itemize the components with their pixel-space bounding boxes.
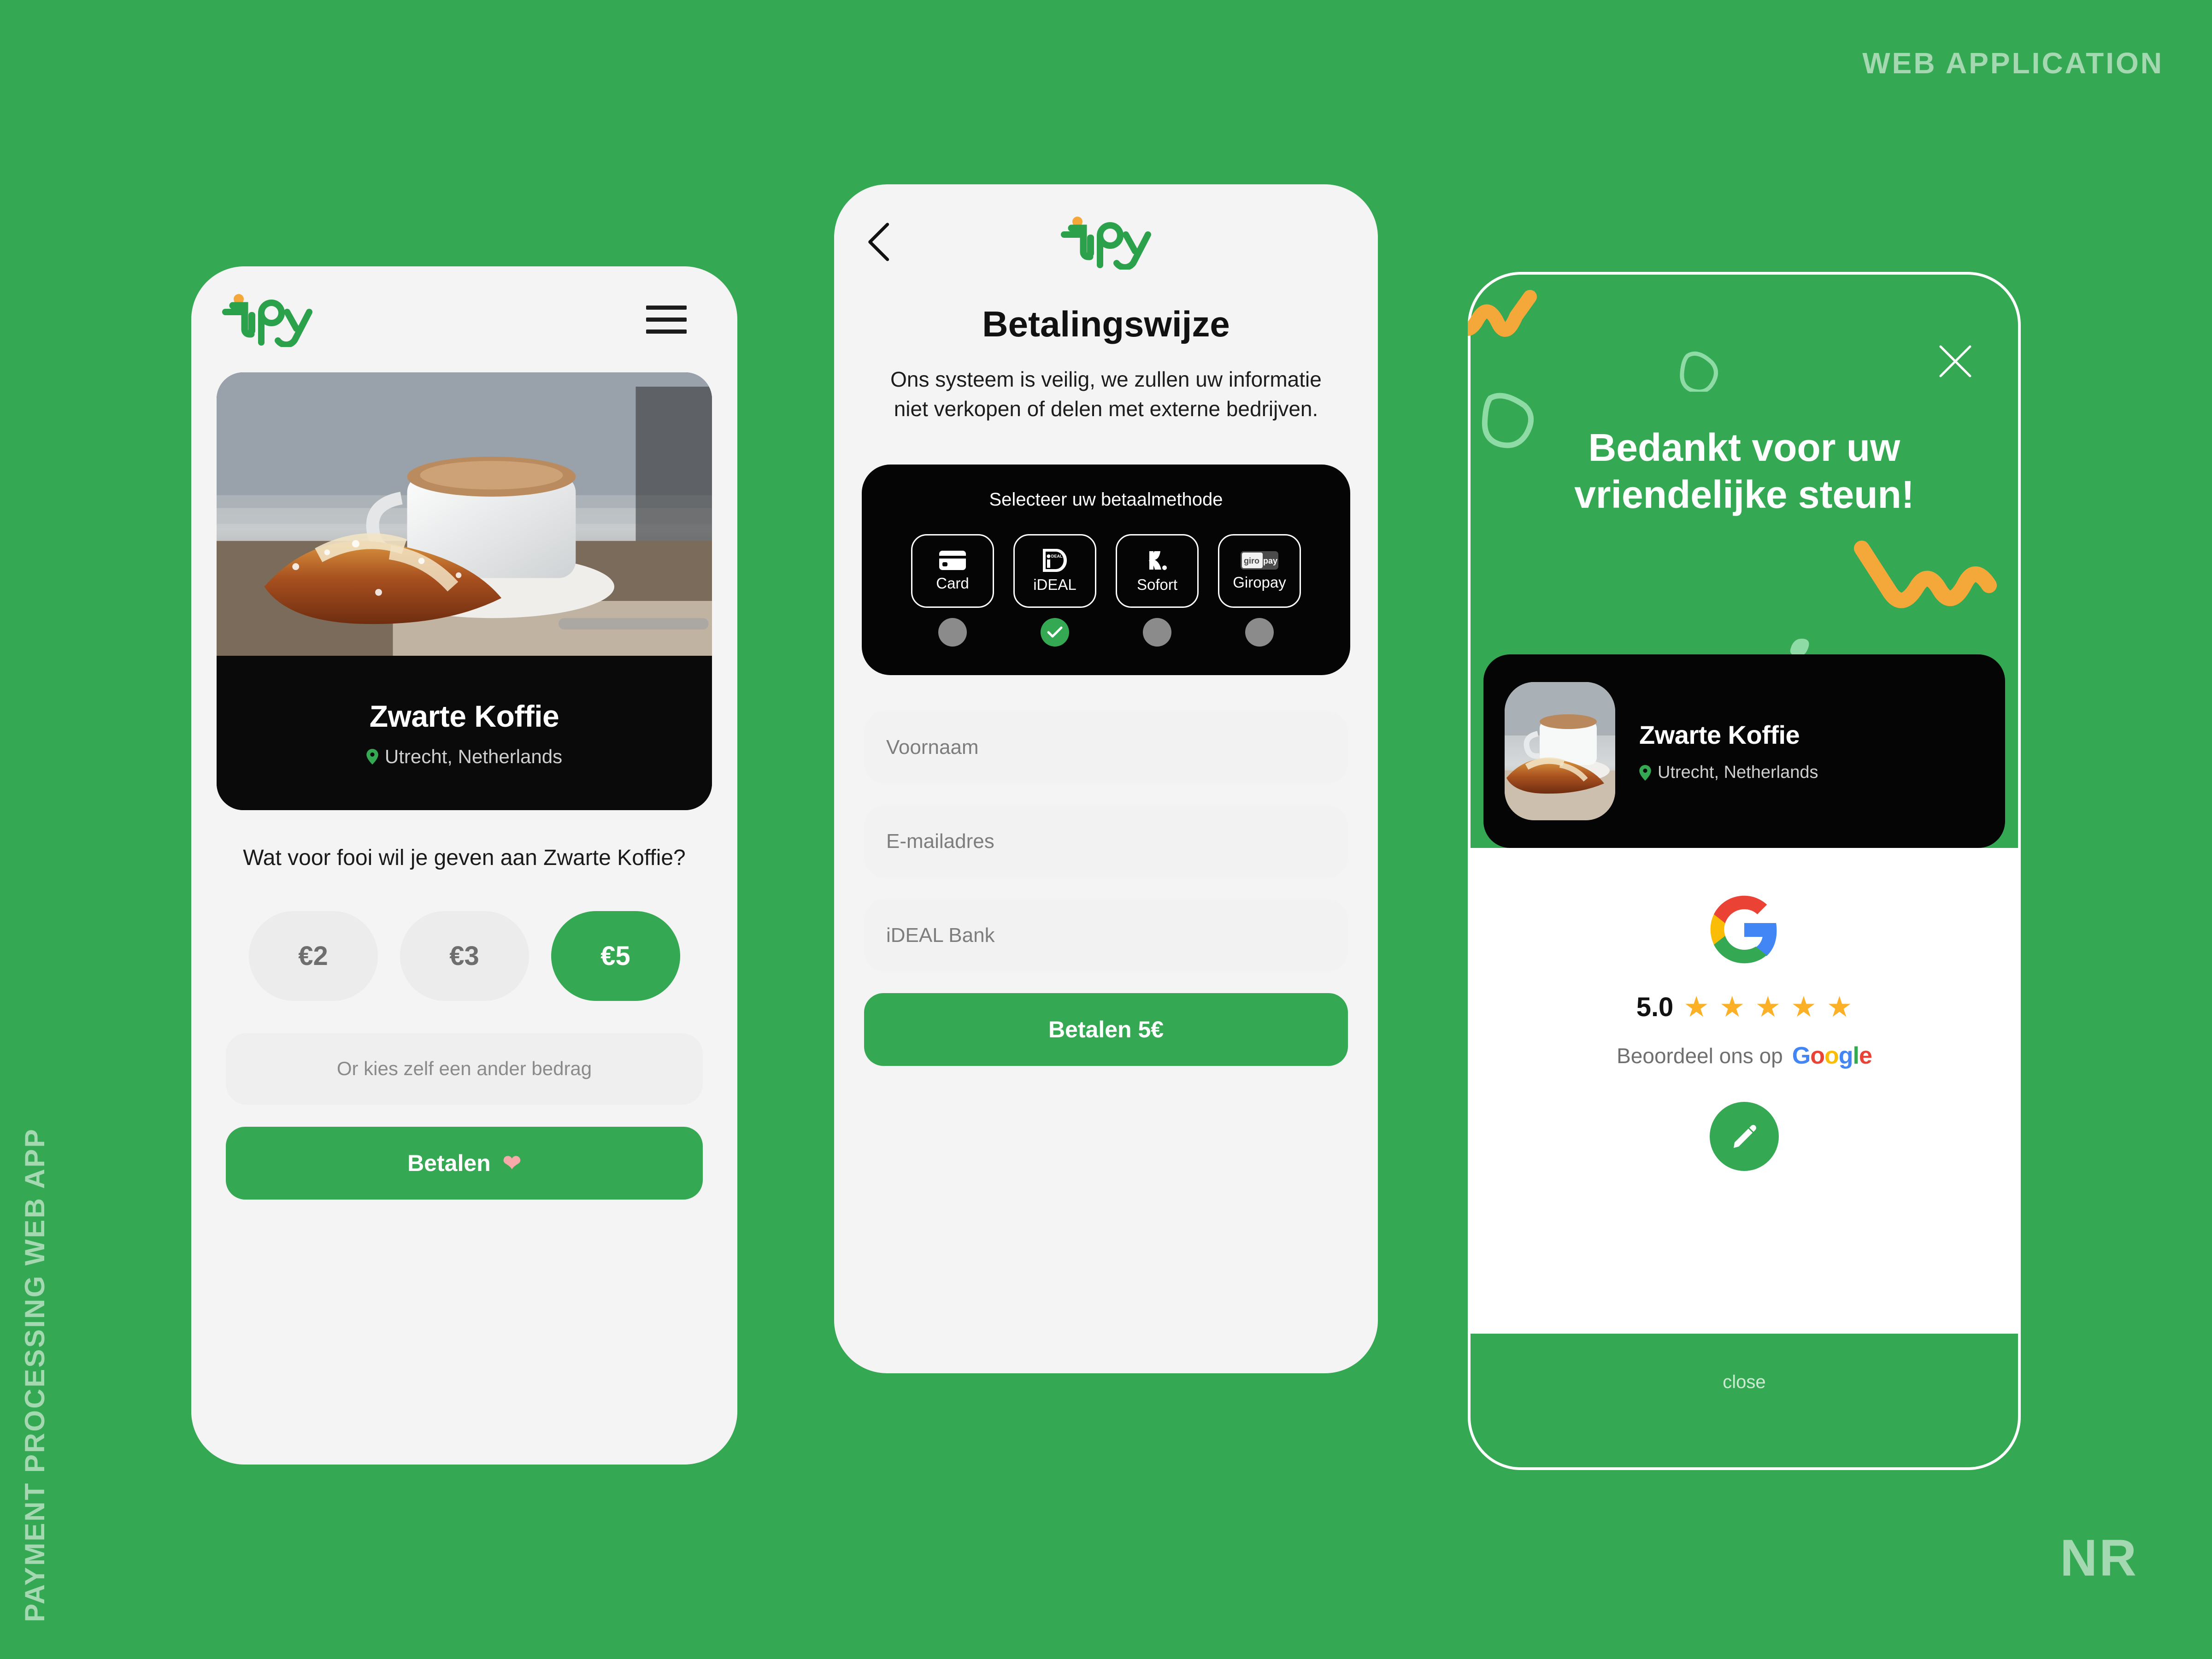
phone-payment-screen: Betalingswijze Ons systeem is veilig, we… <box>834 184 1378 1373</box>
hamburger-menu-icon[interactable] <box>646 305 687 334</box>
venue-summary-card: Zwarte Koffie Utrecht, Netherlands <box>1483 654 2005 848</box>
pay-amount-button[interactable]: Betalen 5€ <box>864 993 1348 1066</box>
tipsy-logo-icon[interactable] <box>1058 214 1154 270</box>
payment-form: Voornaam E-mailadres iDEAL Bank Betalen … <box>864 711 1348 1066</box>
payment-method-ideal[interactable]: DEAL iDEAL <box>1013 534 1096 647</box>
custom-amount-input[interactable]: Or kies zelf een ander bedrag <box>226 1033 703 1105</box>
review-panel: 5.0 ★ ★ ★ ★ ★ Beoordeel ons op Google <box>1470 848 2019 1334</box>
google-g-logo-icon <box>1710 895 1777 964</box>
tip-question: Wat voor fooi wil je geven aan Zwarte Ko… <box>243 846 686 870</box>
rating-star-4: ★ <box>1791 991 1817 1023</box>
tip-amount-option-2[interactable]: €2 <box>248 911 378 1001</box>
venue-summary-text: Zwarte Koffie Utrecht, Netherlands <box>1639 720 1818 782</box>
payment-method-ideal-label: iDEAL <box>1033 576 1077 593</box>
ideal-logo-icon: DEAL <box>1043 548 1067 572</box>
pay-button-label: Betalen <box>407 1150 491 1176</box>
first-name-input[interactable]: Voornaam <box>864 711 1348 784</box>
email-input[interactable]: E-mailadres <box>864 805 1348 878</box>
klarna-sofort-logo-icon <box>1149 551 1167 570</box>
venue-photo <box>217 372 712 658</box>
orange-squiggle-top-left-icon <box>1468 290 1537 337</box>
payment-method-row: Card DEAL iDEAL Sofort giro pay Giropay <box>880 534 1332 647</box>
rating-star-1: ★ <box>1683 991 1709 1023</box>
payment-method-sofort-label: Sofort <box>1136 576 1178 593</box>
app-topbar <box>191 266 737 372</box>
payment-page-subtitle: Ons systeem is veilig, we zullen uw info… <box>890 367 1322 421</box>
map-pin-icon <box>1639 765 1651 781</box>
tip-amount-options: €2 €3 €5 <box>191 911 737 1001</box>
venue-hero-card: Zwarte Koffie Utrecht, Netherlands <box>217 372 712 810</box>
svg-text:pay: pay <box>1263 556 1277 565</box>
rating-row: 5.0 ★ ★ ★ ★ ★ <box>1636 992 1853 1023</box>
google-wordmark-icon: Google <box>1792 1042 1872 1069</box>
venue-name: Zwarte Koffie <box>1639 720 1800 749</box>
rating-star-3: ★ <box>1755 991 1781 1023</box>
venue-thumbnail <box>1505 682 1615 820</box>
rating-star-2: ★ <box>1719 991 1745 1023</box>
author-signature: NR <box>2060 1529 2138 1587</box>
review-prompt-row[interactable]: Beoordeel ons op Google <box>1617 1042 1872 1070</box>
svg-text:DEAL: DEAL <box>1051 554 1063 559</box>
venue-location: Utrecht, Netherlands <box>366 746 562 768</box>
payment-method-card-radio[interactable] <box>938 618 967 647</box>
rating-score: 5.0 <box>1636 992 1674 1022</box>
payment-method-giropay[interactable]: giro pay Giropay <box>1218 534 1301 647</box>
project-side-label: PAYMENT PROCESSING WEB APP <box>19 1128 50 1622</box>
venue-caption: Zwarte Koffie Utrecht, Netherlands <box>217 656 712 810</box>
tip-amount-option-5[interactable]: €5 <box>551 911 680 1001</box>
payment-method-sofort[interactable]: Sofort <box>1116 534 1199 647</box>
close-x-icon[interactable] <box>1938 344 1973 379</box>
payment-method-card-label: Card <box>936 574 969 592</box>
payment-method-ideal-radio[interactable] <box>1041 618 1069 647</box>
thankyou-heading: Bedankt voor uw vriendelijke steun! <box>1574 426 1914 517</box>
phone-tip-screen: Zwarte Koffie Utrecht, Netherlands Wat v… <box>191 266 737 1465</box>
review-prompt-text: Beoordeel ons op <box>1617 1044 1783 1068</box>
payment-method-sofort-radio[interactable] <box>1143 618 1171 647</box>
payment-method-giropay-label: Giropay <box>1233 573 1286 591</box>
credit-card-icon <box>939 550 966 570</box>
payment-method-giropay-radio[interactable] <box>1245 618 1274 647</box>
back-chevron-left-icon[interactable] <box>862 221 894 263</box>
svg-text:giro: giro <box>1244 556 1259 565</box>
payment-page-title: Betalingswijze <box>982 304 1230 344</box>
orange-squiggle-bottom-right-icon <box>1854 541 1997 608</box>
pay-button[interactable]: Betalen ❤ <box>226 1126 703 1200</box>
venue-location-text: Utrecht, Netherlands <box>1658 763 1818 782</box>
green-triangle-outline-middle-icon <box>1680 351 1718 392</box>
heart-icon: ❤ <box>502 1151 521 1176</box>
tip-amount-option-3[interactable]: €3 <box>400 911 529 1001</box>
venue-location-text: Utrecht, Netherlands <box>384 745 563 767</box>
web-application-label: WEB APPLICATION <box>1862 47 2164 80</box>
phone-thankyou-screen: Bedankt voor uw vriendelijke steun! Zwar… <box>1468 272 2021 1470</box>
venue-location: Utrecht, Netherlands <box>1639 763 1818 782</box>
tipsy-logo-icon[interactable] <box>219 292 316 347</box>
giropay-logo-icon: giro pay <box>1241 551 1278 570</box>
payment-method-card[interactable]: Card <box>911 534 994 647</box>
payment-topbar <box>834 184 1378 300</box>
close-link[interactable]: close <box>1468 1372 2021 1393</box>
payment-method-selector-title: Selecteer uw betaalmethode <box>989 489 1223 510</box>
payment-method-selector: Selecteer uw betaalmethode Card DEAL iDE… <box>862 464 1350 675</box>
ideal-bank-select[interactable]: iDEAL Bank <box>864 899 1348 972</box>
map-pin-icon <box>366 748 378 765</box>
rating-star-5: ★ <box>1826 991 1853 1023</box>
write-review-button[interactable] <box>1710 1102 1779 1171</box>
venue-name: Zwarte Koffie <box>369 699 559 733</box>
pencil-edit-icon <box>1734 1125 1756 1148</box>
